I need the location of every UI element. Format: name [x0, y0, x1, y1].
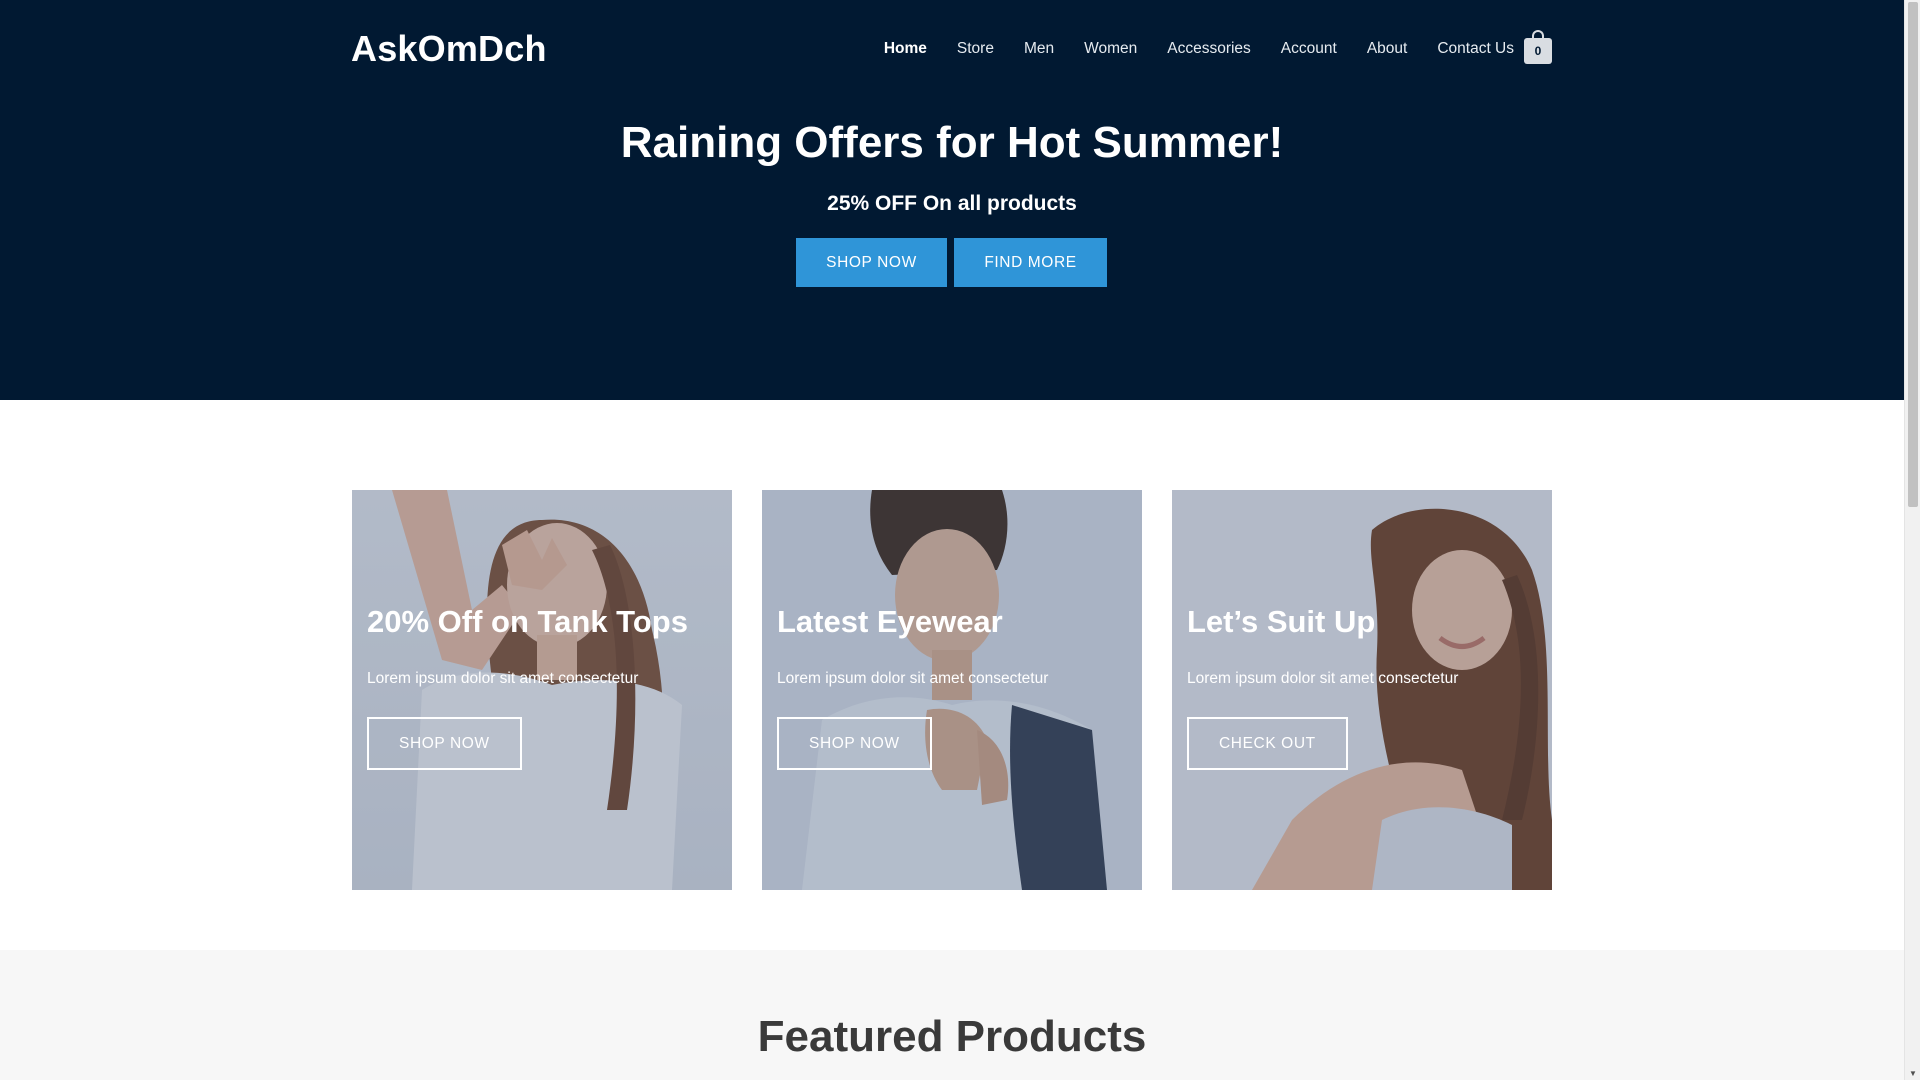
card-description: Lorem ipsum dolor sit amet consectetur: [777, 670, 1049, 687]
hero-subtitle: 25% OFF On all products: [827, 192, 1077, 215]
nav-men[interactable]: Men: [1024, 40, 1054, 58]
nav-store[interactable]: Store: [957, 40, 994, 58]
nav-contact-us[interactable]: Contact Us: [1437, 40, 1514, 58]
promo-cards: 20% Off on Tank Tops Lorem ipsum dolor s…: [352, 490, 1552, 890]
promo-card-suit-up[interactable]: Let’s Suit Up Lorem ipsum dolor sit amet…: [1172, 490, 1552, 890]
hero-shop-now-button[interactable]: SHOP NOW: [796, 238, 947, 287]
card-title: 20% Off on Tank Tops: [367, 604, 688, 639]
card-shop-now-button[interactable]: SHOP NOW: [367, 717, 522, 770]
card-check-out-button[interactable]: CHECK OUT: [1187, 717, 1348, 770]
featured-section: Featured Products: [0, 950, 1904, 1080]
card-title: Latest Eyewear: [777, 604, 1003, 639]
cart-button[interactable]: 0: [1524, 30, 1552, 64]
scrollbar-thumb[interactable]: [1908, 2, 1918, 507]
nav-account[interactable]: Account: [1281, 40, 1337, 58]
scroll-down-arrow-icon[interactable]: ▼: [1905, 1069, 1920, 1078]
hero-section: AskOmDch Home Store Men Women Accessorie…: [0, 0, 1904, 400]
card-overlay: [762, 490, 1142, 890]
main-nav: Home Store Men Women Accessories Account…: [854, 40, 1514, 58]
card-description: Lorem ipsum dolor sit amet consectetur: [367, 670, 639, 687]
site-logo[interactable]: AskOmDch: [351, 28, 547, 70]
card-description: Lorem ipsum dolor sit amet consectetur: [1187, 670, 1459, 687]
nav-home[interactable]: Home: [884, 40, 927, 58]
card-shop-now-button[interactable]: SHOP NOW: [777, 717, 932, 770]
card-overlay: [1172, 490, 1552, 890]
card-title: Let’s Suit Up: [1187, 604, 1376, 639]
nav-about[interactable]: About: [1367, 40, 1408, 58]
page-scrollbar[interactable]: ▼: [1904, 0, 1920, 1080]
cart-count-badge: 0: [1524, 38, 1552, 64]
nav-women[interactable]: Women: [1084, 40, 1137, 58]
hero-find-more-button[interactable]: FIND MORE: [954, 238, 1107, 287]
featured-title: Featured Products: [757, 1012, 1147, 1061]
hero-title: Raining Offers for Hot Summer!: [620, 118, 1284, 167]
promo-card-tank-tops[interactable]: 20% Off on Tank Tops Lorem ipsum dolor s…: [352, 490, 732, 890]
nav-accessories[interactable]: Accessories: [1167, 40, 1251, 58]
page: AskOmDch Home Store Men Women Accessorie…: [0, 0, 1920, 1080]
promo-card-eyewear[interactable]: Latest Eyewear Lorem ipsum dolor sit ame…: [762, 490, 1142, 890]
hero-button-group: SHOP NOW FIND MORE: [796, 238, 1107, 287]
card-overlay: [352, 490, 732, 890]
